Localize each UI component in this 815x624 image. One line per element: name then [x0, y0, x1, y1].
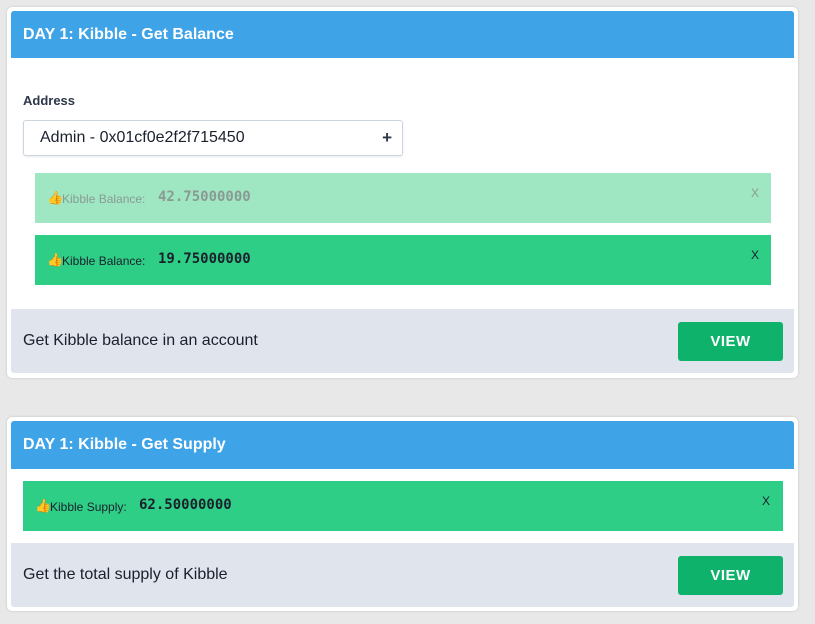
plus-icon[interactable]: +: [382, 121, 392, 155]
card-footer: Get Kibble balance in an account VIEW: [11, 309, 794, 373]
balance-value: 42.75000000: [158, 189, 251, 205]
balance-value: 19.75000000: [158, 251, 251, 267]
address-value: Admin - 0x01cf0e2f2f715450: [40, 129, 245, 146]
view-supply-button[interactable]: VIEW: [678, 556, 783, 595]
view-balance-button[interactable]: VIEW: [678, 322, 783, 361]
thumbs-up-icon: 👍: [47, 252, 64, 267]
thumbs-up-icon: 👍: [35, 498, 52, 513]
address-select[interactable]: Admin - 0x01cf0e2f2f715450 +: [23, 120, 403, 156]
get-balance-card: DAY 1: Kibble - Get Balance Address Admi…: [7, 7, 798, 378]
card-description: Get Kibble balance in an account: [23, 332, 258, 349]
close-icon[interactable]: X: [751, 248, 759, 262]
balance-alert: 👍 Kibble Balance: 42.75000000 X: [35, 173, 771, 223]
card-title: DAY 1: Kibble - Get Balance: [11, 11, 794, 58]
card-description: Get the total supply of Kibble: [23, 566, 228, 583]
card-footer: Get the total supply of Kibble VIEW: [11, 543, 794, 607]
thumbs-up-icon: 👍: [47, 190, 64, 205]
supply-value: 62.50000000: [139, 497, 232, 513]
balance-label: Kibble Balance:: [62, 254, 146, 268]
card-title: DAY 1: Kibble - Get Supply: [11, 421, 794, 469]
address-label: Address: [23, 93, 76, 108]
supply-label: Kibble Supply:: [50, 500, 127, 514]
balance-alert: 👍 Kibble Balance: 19.75000000 X: [35, 235, 771, 285]
close-icon[interactable]: X: [762, 494, 770, 508]
close-icon[interactable]: X: [751, 186, 759, 200]
get-supply-card: DAY 1: Kibble - Get Supply 👍 Kibble Supp…: [7, 417, 798, 611]
supply-alert: 👍 Kibble Supply: 62.50000000 X: [23, 481, 783, 531]
balance-label: Kibble Balance:: [62, 192, 146, 206]
